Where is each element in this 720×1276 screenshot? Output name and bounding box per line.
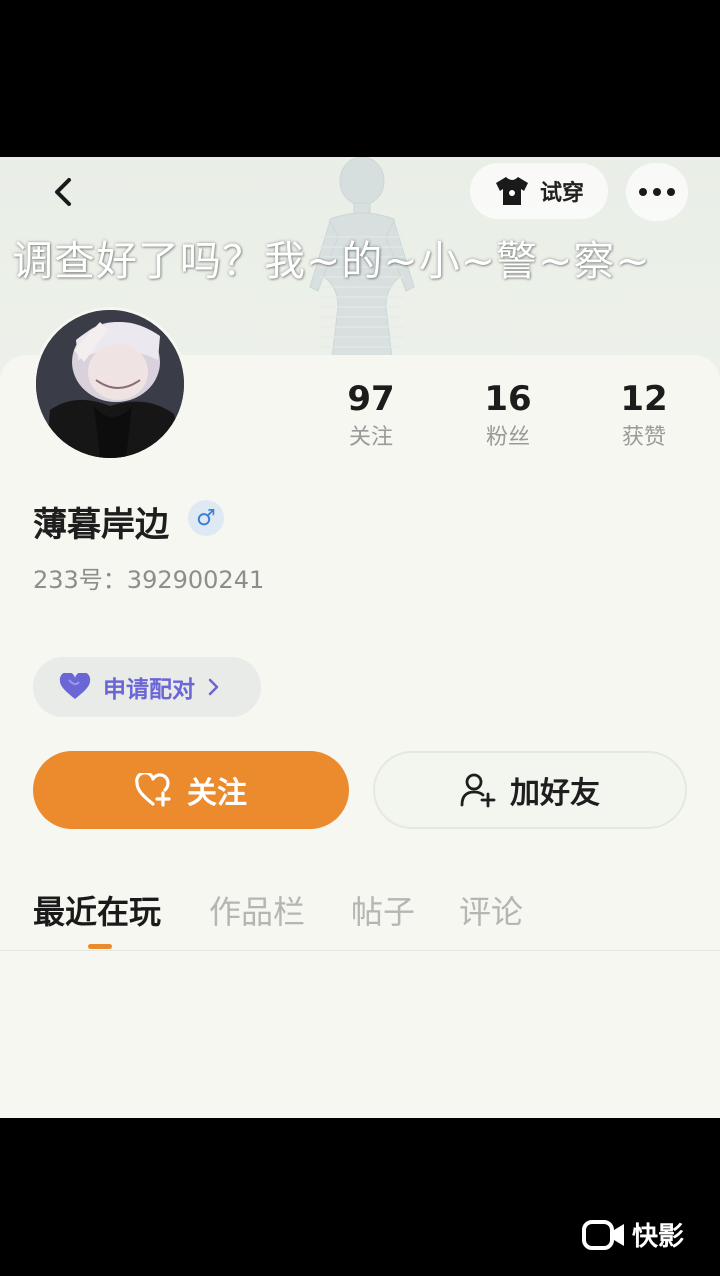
likes-label: 获赞 (621, 425, 666, 450)
profile-screen: 试穿 调查好了吗？我~的~小~警~察~ 97 关注 16 粉丝 12 获赞 薄暮… (0, 157, 720, 1118)
top-letterbox (0, 0, 720, 157)
chevron-right-icon (208, 678, 219, 696)
followers-label: 粉丝 (485, 425, 530, 450)
user-plus-icon (460, 773, 496, 808)
more-dots-icon (639, 188, 675, 196)
video-caption-overlay: 调查好了吗？我~的~小~警~察~ (12, 237, 651, 285)
request-pair-label: 申请配对 (103, 677, 195, 703)
followers-count: 16 (484, 379, 532, 419)
more-options-button[interactable] (626, 163, 688, 221)
stat-following[interactable]: 97 关注 (316, 379, 426, 455)
follow-label: 关注 (187, 776, 247, 811)
tab-works[interactable]: 作品栏 (209, 887, 305, 933)
chevron-left-icon (55, 178, 71, 206)
tab-posts[interactable]: 帖子 (351, 887, 415, 933)
tshirt-icon (495, 177, 528, 205)
likes-count: 12 (620, 379, 668, 419)
add-friend-button[interactable]: 加好友 (373, 751, 687, 829)
profile-card (0, 355, 720, 1118)
following-count: 97 (347, 379, 395, 419)
heart-plus-icon (135, 773, 171, 807)
username: 薄暮岸边 (33, 505, 169, 545)
try-on-button[interactable]: 试穿 (470, 163, 608, 219)
avatar[interactable] (33, 307, 187, 461)
stat-followers[interactable]: 16 粉丝 (453, 379, 563, 455)
stat-likes[interactable]: 12 获赞 (589, 379, 699, 455)
kuaiying-watermark: 快影 (582, 1216, 684, 1253)
watermark-text: 快影 (632, 1222, 685, 1252)
video-camera-icon (582, 1219, 624, 1250)
tab-comments[interactable]: 评论 (459, 887, 523, 933)
tab-recently-played[interactable]: 最近在玩 (33, 887, 161, 933)
user-id: 233号：392900241 (33, 566, 265, 594)
add-friend-label: 加好友 (510, 776, 600, 811)
tabs-divider (0, 950, 720, 951)
heart-icon (59, 673, 91, 699)
back-button[interactable] (38, 167, 88, 217)
following-label: 关注 (348, 425, 393, 450)
try-on-label: 试穿 (539, 181, 584, 206)
follow-button[interactable]: 关注 (33, 751, 349, 829)
male-gender-icon: ♂ (188, 500, 224, 536)
request-pair-button[interactable]: 申请配对 (33, 657, 261, 717)
avatar-image (36, 310, 184, 458)
active-tab-indicator (88, 944, 112, 949)
